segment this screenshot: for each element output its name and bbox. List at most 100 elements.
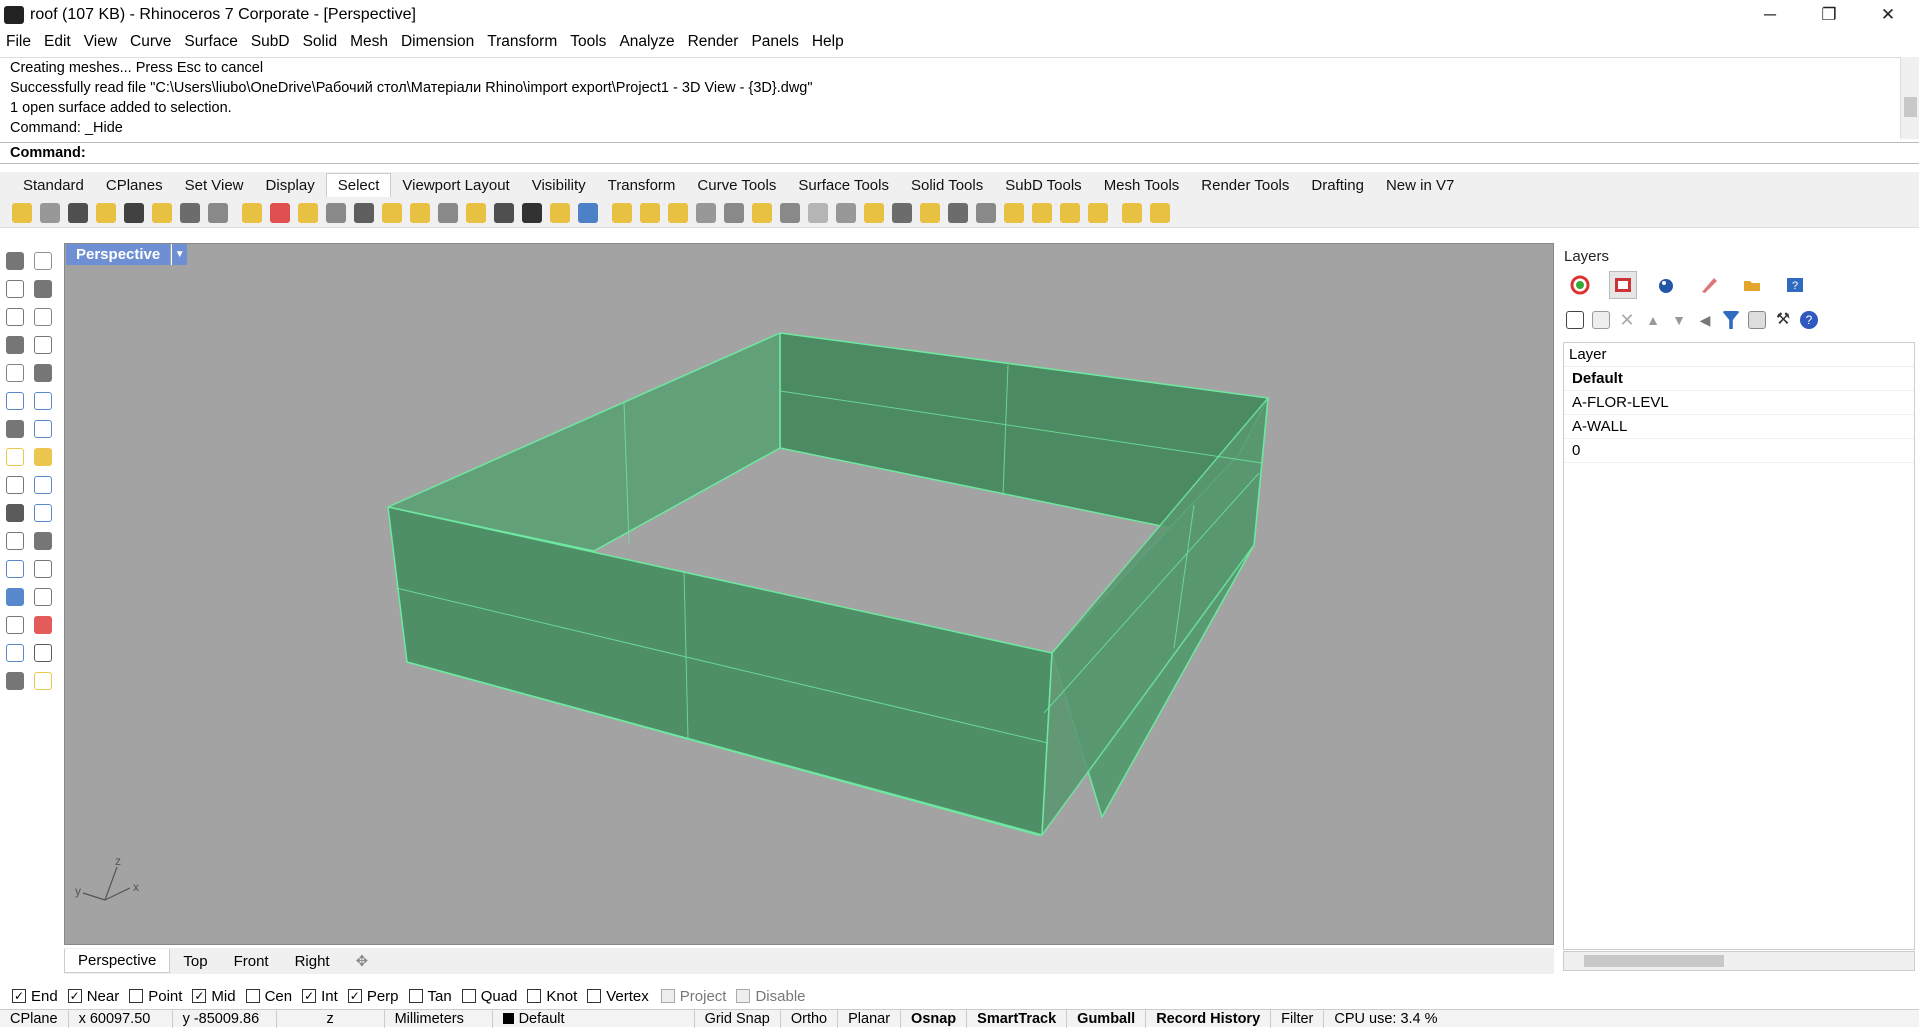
checkbox[interactable] (129, 989, 144, 1003)
tools-icon[interactable]: ⚒ (1774, 311, 1792, 329)
select-tool-icon[interactable] (578, 202, 598, 223)
checkbox[interactable]: ✓ (347, 989, 362, 1003)
tool-icon[interactable] (34, 672, 52, 690)
tool-icon[interactable] (34, 336, 52, 354)
select-tool-icon[interactable] (242, 202, 262, 223)
tab-new-in-v7[interactable]: New in V7 (1375, 173, 1465, 197)
menu-view[interactable]: View (84, 33, 117, 51)
checkbox[interactable] (587, 989, 602, 1003)
select-tool-icon[interactable] (808, 202, 828, 223)
tool-icon[interactable] (6, 252, 24, 270)
osnap-end[interactable]: ✓ End (12, 988, 58, 1005)
tool-icon[interactable] (34, 644, 52, 662)
select-tool-icon[interactable] (1122, 202, 1142, 223)
menu-curve[interactable]: Curve (130, 33, 171, 51)
tab-select[interactable]: Select (325, 173, 392, 197)
select-tool-icon[interactable] (466, 202, 486, 223)
checkbox[interactable] (660, 989, 675, 1003)
checkbox[interactable] (408, 989, 423, 1003)
select-tool-icon[interactable] (780, 202, 800, 223)
select-tool-icon[interactable] (1088, 202, 1108, 223)
toggle-ortho[interactable]: Ortho (781, 1009, 839, 1028)
select-tool-icon[interactable] (522, 202, 542, 223)
tool-icon[interactable] (34, 532, 52, 550)
toggle-smarttrack[interactable]: SmartTrack (967, 1009, 1068, 1028)
osnap-tan[interactable]: Tan (408, 988, 452, 1005)
checkbox[interactable] (527, 989, 542, 1003)
close-button[interactable]: ✕ (1859, 0, 1917, 29)
select-tool-icon[interactable] (724, 202, 744, 223)
checkbox[interactable] (461, 989, 476, 1003)
layer-list-scrollbar[interactable] (1563, 951, 1915, 971)
select-tool-icon[interactable] (270, 202, 290, 223)
tool-icon[interactable] (6, 504, 24, 522)
tool-icon[interactable] (6, 448, 24, 466)
menu-surface[interactable]: Surface (184, 33, 237, 51)
tool-icon[interactable] (34, 616, 52, 634)
tool-icon[interactable] (34, 476, 52, 494)
folder-tab-icon[interactable] (1738, 271, 1766, 299)
layer-column-header[interactable]: Layer (1564, 343, 1914, 367)
restore-button[interactable]: ❐ (1800, 0, 1858, 29)
checkbox[interactable]: ✓ (192, 989, 207, 1003)
menu-edit[interactable]: Edit (44, 33, 71, 51)
tool-icon[interactable] (6, 644, 24, 662)
toggle-record-history[interactable]: Record History (1146, 1009, 1272, 1028)
menu-solid[interactable]: Solid (303, 33, 337, 51)
menu-mesh[interactable]: Mesh (350, 33, 388, 51)
select-tool-icon[interactable] (410, 202, 430, 223)
tool-icon[interactable] (6, 392, 24, 410)
toggle-gumball[interactable]: Gumball (1067, 1009, 1147, 1028)
tab-curve-tools[interactable]: Curve Tools (686, 173, 787, 197)
select-tool-icon[interactable] (864, 202, 884, 223)
current-layer[interactable]: Default (493, 1009, 695, 1028)
menu-help[interactable]: Help (812, 33, 844, 51)
osnap-disable[interactable]: Disable (736, 988, 806, 1005)
tool-icon[interactable] (6, 532, 24, 550)
move-up-icon[interactable]: ▲ (1644, 311, 1662, 329)
tool-icon[interactable] (6, 280, 24, 298)
tab-display[interactable]: Display (255, 173, 326, 197)
tool-icon[interactable] (6, 588, 24, 606)
tab-drafting[interactable]: Drafting (1300, 173, 1375, 197)
tab-visibility[interactable]: Visibility (521, 173, 597, 197)
tab-top[interactable]: Top (170, 949, 220, 973)
select-tool-icon[interactable] (1060, 202, 1080, 223)
viewport-title[interactable]: Perspective ▼ (66, 244, 188, 265)
tool-icon[interactable] (6, 476, 24, 494)
select-tool-icon[interactable] (1150, 202, 1170, 223)
select-tool-icon[interactable] (494, 202, 514, 223)
tool-icon[interactable] (34, 560, 52, 578)
osnap-knot[interactable]: Knot (527, 988, 577, 1005)
select-tool-icon[interactable] (180, 202, 200, 223)
toggle-planar[interactable]: Planar (838, 1009, 902, 1028)
tool-icon[interactable] (34, 504, 52, 522)
tab-transform[interactable]: Transform (597, 173, 687, 197)
select-tool-icon[interactable] (892, 202, 912, 223)
select-tool-icon[interactable] (1004, 202, 1024, 223)
tab-surface-tools[interactable]: Surface Tools (787, 173, 900, 197)
osnap-perp[interactable]: ✓ Perp (347, 988, 399, 1005)
minimize-button[interactable]: ─ (1741, 0, 1799, 29)
select-tool-icon[interactable] (68, 202, 88, 223)
move-down-icon[interactable]: ▼ (1670, 311, 1688, 329)
tool-icon[interactable] (34, 448, 52, 466)
select-tool-icon[interactable] (612, 202, 632, 223)
tab-solid-tools[interactable]: Solid Tools (900, 173, 994, 197)
select-tool-icon[interactable] (948, 202, 968, 223)
tool-icon[interactable] (34, 252, 52, 270)
menu-render[interactable]: Render (688, 33, 739, 51)
osnap-vertex[interactable]: Vertex (587, 988, 649, 1005)
tab-perspective[interactable]: Perspective (64, 949, 171, 973)
scroll-thumb[interactable] (1584, 955, 1724, 967)
display-tab-icon[interactable] (1695, 271, 1723, 299)
move-out-icon[interactable]: ◀ (1696, 311, 1714, 329)
properties-tab-icon[interactable] (1566, 271, 1594, 299)
checkbox[interactable]: ✓ (302, 989, 317, 1003)
select-tool-icon[interactable] (208, 202, 228, 223)
osnap-mid[interactable]: ✓ Mid (192, 988, 236, 1005)
menu-tools[interactable]: Tools (570, 33, 606, 51)
scroll-thumb[interactable] (1904, 97, 1917, 117)
select-tool-icon[interactable] (12, 202, 32, 223)
command-prompt[interactable]: Command: (0, 142, 1919, 164)
